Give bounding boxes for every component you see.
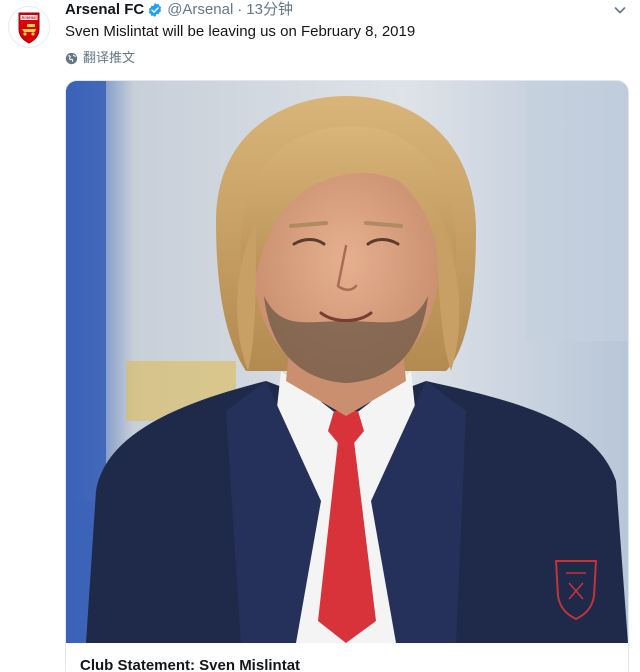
- globe-icon: [65, 52, 78, 65]
- avatar[interactable]: Arsenal: [8, 6, 50, 48]
- translate-tweet-link[interactable]: 翻译推文: [65, 50, 135, 66]
- tweet-text: Sven Mislintat will be leaving us on Feb…: [65, 23, 416, 40]
- card-title[interactable]: Club Statement: Sven Mislintat: [80, 656, 300, 672]
- separator-dot: ·: [237, 1, 243, 18]
- display-name[interactable]: Arsenal FC: [65, 0, 144, 20]
- card-photo[interactable]: [66, 81, 628, 643]
- link-card[interactable]: Club Statement: Sven Mislintat: [65, 80, 629, 672]
- chevron-down-icon[interactable]: [612, 2, 628, 18]
- user-handle[interactable]: @Arsenal: [167, 0, 233, 20]
- avatar-crest-text: Arsenal: [21, 15, 36, 20]
- tweet-timestamp[interactable]: 13分钟: [246, 0, 293, 20]
- verified-badge-icon: [147, 2, 163, 18]
- tweet-header: Arsenal FC @Arsenal · 13分钟: [65, 0, 293, 20]
- translate-label: 翻译推文: [83, 50, 136, 65]
- photo-image: [66, 81, 628, 643]
- arsenal-crest-icon: Arsenal: [18, 12, 40, 44]
- tweet[interactable]: Arsenal Arsenal FC @Arsenal · 13分钟 Sven …: [0, 0, 640, 672]
